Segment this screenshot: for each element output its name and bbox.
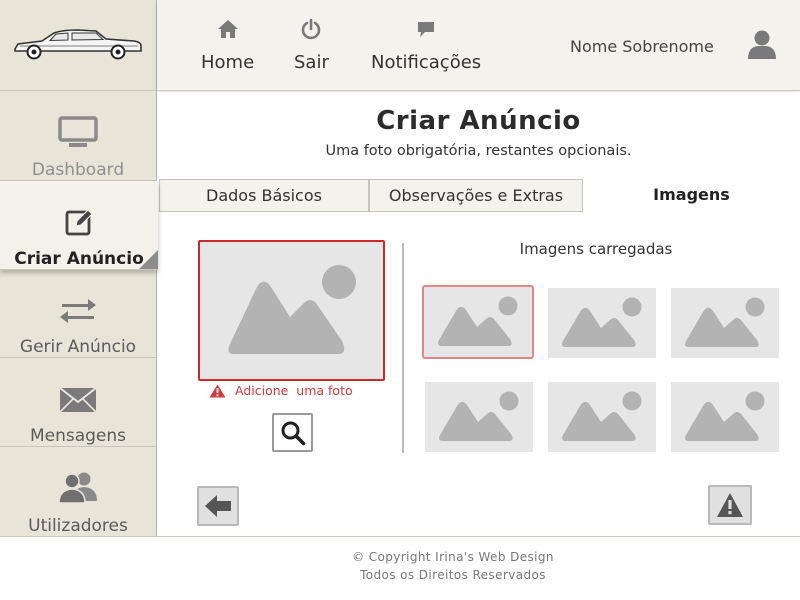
vertical-divider [402, 243, 404, 453]
upload-error-text: Adicione uma foto [235, 383, 353, 398]
top-header: Home Sair Notificações Nome Sobrenome [157, 0, 800, 91]
image-placeholder-icon [438, 296, 518, 346]
tabs: Dados Básicos Observações e Extras Image… [157, 179, 800, 212]
arrow-left-icon [205, 495, 231, 517]
tab-observacoes-extras[interactable]: Observações e Extras [369, 179, 583, 212]
power-icon [302, 18, 321, 40]
image-placeholder-icon [685, 391, 765, 441]
thumbnail-6[interactable] [671, 382, 779, 452]
sidebar-item-label: Utilizadores [28, 516, 128, 536]
envelope-icon [59, 387, 97, 413]
sidebar-item-mensagens[interactable]: Mensagens [0, 358, 157, 447]
report-button[interactable] [708, 485, 752, 525]
sidebar-item-utilizadores[interactable]: Utilizadores [0, 447, 157, 537]
warning-icon [209, 384, 226, 397]
sidebar-item-gerir-anuncio[interactable]: Gerir Anúncio [0, 270, 157, 358]
swap-arrows-icon [60, 299, 96, 323]
nav-logout-label: Sair [294, 52, 329, 73]
page-title: Criar Anúncio [376, 106, 581, 136]
footer: © Copyright Irina's Web Design Todos os … [0, 548, 800, 584]
back-button[interactable] [197, 486, 239, 526]
sidebar-item-label: Mensagens [29, 426, 127, 446]
user-name[interactable]: Nome Sobrenome [570, 37, 714, 56]
nav-notifications-label: Notificações [371, 52, 482, 73]
sidebar-item-criar-anuncio[interactable]: Criar Anúncio [0, 181, 158, 270]
main-content: Criar Anúncio Uma foto obrigatória, rest… [157, 92, 800, 537]
tab-dados-basicos[interactable]: Dados Básicos [159, 179, 369, 212]
thumbnail-1[interactable] [422, 285, 534, 359]
image-placeholder-icon [562, 391, 642, 441]
nav-notifications-button[interactable]: Notificações [371, 18, 481, 73]
page-subtitle: Uma foto obrigatória, restantes opcionai… [325, 143, 632, 159]
users-icon [58, 472, 97, 504]
image-placeholder-icon [685, 297, 765, 347]
sidebar-item-label: Gerir Anúncio [19, 337, 137, 357]
thumbnail-5[interactable] [548, 382, 656, 452]
chat-bubble-icon [418, 22, 435, 37]
tab-imagens[interactable]: Imagens [583, 179, 800, 212]
active-corner-marker [139, 250, 158, 269]
nav-home-label: Home [201, 52, 255, 73]
user-icon[interactable] [746, 28, 778, 60]
main-photo-upload[interactable] [198, 240, 385, 381]
warning-icon [717, 493, 743, 517]
image-placeholder-icon [439, 391, 519, 441]
image-placeholder-icon [228, 264, 356, 354]
nav-home-button[interactable]: Home [201, 18, 254, 73]
loaded-images-title: Imagens carregadas [519, 240, 673, 258]
home-icon [217, 20, 238, 38]
image-placeholder-icon [562, 297, 642, 347]
sidebar-item-label: Criar Anúncio [14, 249, 144, 269]
sidebar-item-dashboard[interactable]: Dashboard [0, 91, 157, 181]
footer-rights: Todos os Direitos Reservados [360, 568, 546, 582]
browse-photo-button[interactable] [272, 413, 313, 452]
thumbnail-3[interactable] [671, 288, 779, 358]
sidebar: Dashboard Criar Anúncio Gerir Anúncio Me… [0, 91, 158, 537]
thumbnail-4[interactable] [425, 382, 533, 452]
logo[interactable] [0, 0, 157, 91]
search-icon [281, 421, 305, 445]
upload-error: Adicione uma foto [209, 383, 353, 398]
monitor-icon [58, 116, 98, 147]
thumbnail-2[interactable] [548, 288, 656, 358]
nav-logout-button[interactable]: Sair [294, 18, 329, 73]
sidebar-item-label: Dashboard [31, 160, 125, 180]
footer-copyright: © Copyright Irina's Web Design [352, 550, 554, 564]
car-logo-icon [14, 29, 142, 60]
edit-icon [65, 209, 93, 236]
